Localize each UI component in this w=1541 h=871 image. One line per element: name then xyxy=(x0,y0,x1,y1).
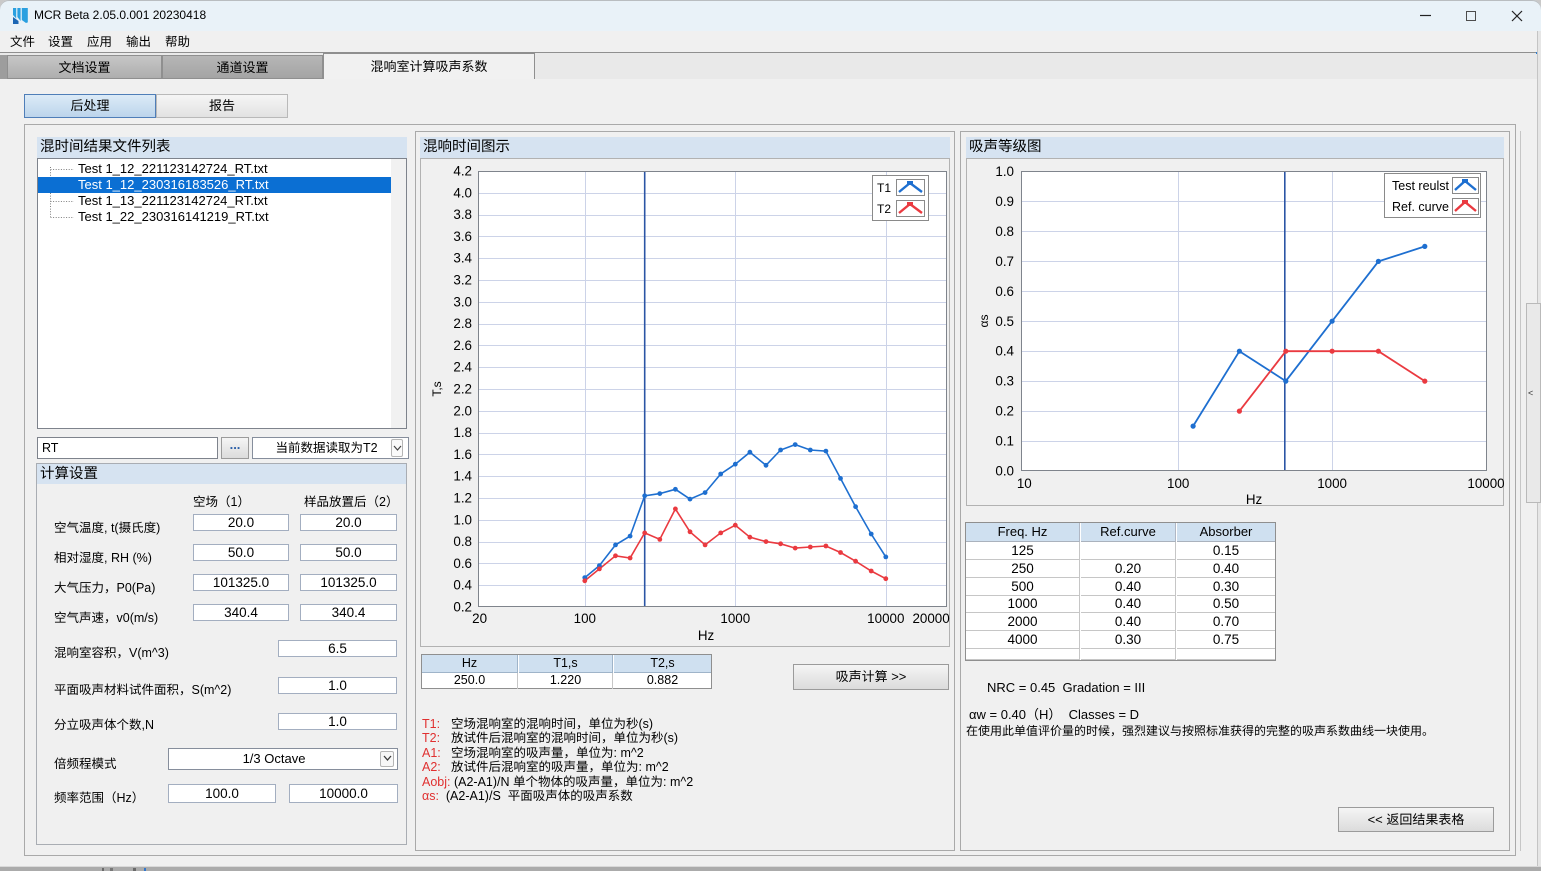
svg-text:20000: 20000 xyxy=(912,611,949,626)
svg-text:2.6: 2.6 xyxy=(453,338,472,353)
svg-text:0.0: 0.0 xyxy=(995,464,1014,479)
svg-text:1000: 1000 xyxy=(720,611,750,626)
svg-text:0.6: 0.6 xyxy=(995,284,1014,299)
svg-text:0.2: 0.2 xyxy=(995,404,1014,419)
svg-text:αs: αs xyxy=(977,315,991,328)
svg-text:0.3: 0.3 xyxy=(995,374,1014,389)
svg-text:4.0: 4.0 xyxy=(453,185,472,200)
svg-text:T2: T2 xyxy=(877,202,891,216)
svg-text:1.0: 1.0 xyxy=(453,512,472,527)
svg-text:3.6: 3.6 xyxy=(453,229,472,244)
svg-text:0.9: 0.9 xyxy=(995,194,1014,209)
svg-text:3.2: 3.2 xyxy=(453,273,472,288)
svg-text:Ref. curve: Ref. curve xyxy=(1392,200,1449,214)
svg-text:2.4: 2.4 xyxy=(453,360,472,375)
svg-text:10000: 10000 xyxy=(1467,476,1504,491)
svg-text:1.4: 1.4 xyxy=(453,469,472,484)
svg-text:1.0: 1.0 xyxy=(995,164,1014,179)
svg-text:100: 100 xyxy=(574,611,596,626)
svg-text:0.4: 0.4 xyxy=(453,578,472,593)
svg-text:3.8: 3.8 xyxy=(453,207,472,222)
svg-text:3.4: 3.4 xyxy=(453,251,472,266)
svg-text:Hz: Hz xyxy=(698,628,715,643)
svg-text:T,s: T,s xyxy=(430,381,444,396)
svg-text:10000: 10000 xyxy=(867,611,904,626)
svg-text:0.5: 0.5 xyxy=(995,314,1014,329)
svg-text:0.7: 0.7 xyxy=(995,254,1014,269)
svg-text:0.4: 0.4 xyxy=(995,344,1014,359)
svg-text:0.1: 0.1 xyxy=(995,434,1014,449)
svg-text:0.8: 0.8 xyxy=(453,534,472,549)
svg-text:T1: T1 xyxy=(877,181,891,195)
svg-text:1.6: 1.6 xyxy=(453,447,472,462)
svg-text:Hz: Hz xyxy=(1246,492,1263,506)
svg-text:1.8: 1.8 xyxy=(453,425,472,440)
svg-text:2.2: 2.2 xyxy=(453,382,472,397)
svg-text:10: 10 xyxy=(1017,476,1032,491)
svg-text:Test reulst: Test reulst xyxy=(1392,179,1449,193)
svg-text:100: 100 xyxy=(1167,476,1189,491)
svg-text:20: 20 xyxy=(472,611,487,626)
svg-text:4.2: 4.2 xyxy=(453,164,472,179)
svg-text:2.0: 2.0 xyxy=(453,403,472,418)
svg-text:0.8: 0.8 xyxy=(995,224,1014,239)
svg-text:3.0: 3.0 xyxy=(453,294,472,309)
svg-text:0.6: 0.6 xyxy=(453,556,472,571)
svg-text:1.2: 1.2 xyxy=(453,491,472,506)
svg-text:1000: 1000 xyxy=(1317,476,1347,491)
svg-text:0.2: 0.2 xyxy=(453,600,472,615)
svg-text:2.8: 2.8 xyxy=(453,316,472,331)
